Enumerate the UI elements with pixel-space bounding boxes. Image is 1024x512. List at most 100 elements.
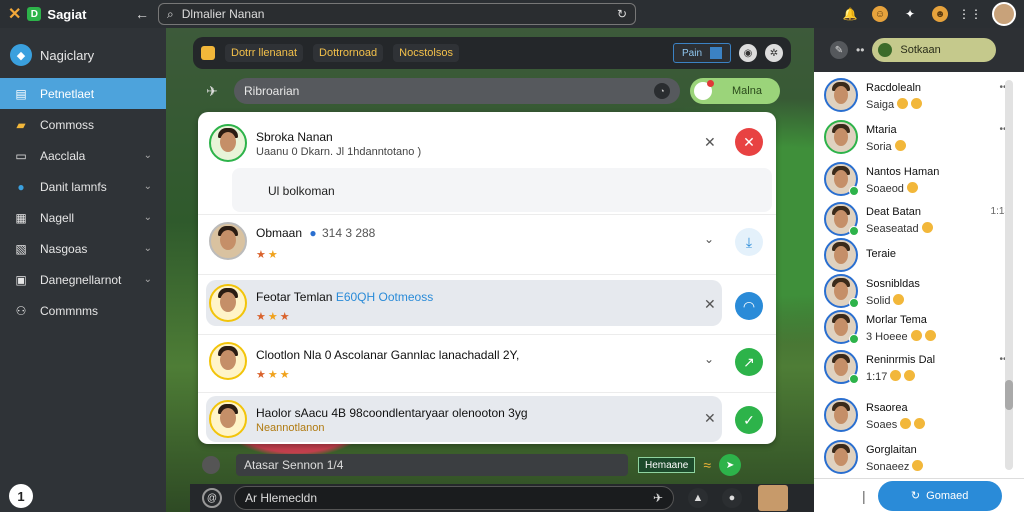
- bell-icon[interactable]: 🔔: [842, 6, 858, 22]
- list-item[interactable]: Haolor sAacu 4B 98coondlentaryaar olenoo…: [198, 394, 776, 444]
- contact-name: Obmaan: [256, 226, 303, 240]
- contact-item[interactable]: Mtaria Soria •••: [814, 116, 1010, 156]
- contact-item[interactable]: Teraie: [814, 234, 1010, 274]
- back-arrow-icon[interactable]: ←: [130, 6, 154, 22]
- wave-icon[interactable]: ≈: [703, 457, 711, 473]
- contact-item[interactable]: Nantos Haman Soaeod: [814, 158, 1010, 198]
- refresh-icon[interactable]: ↻: [617, 7, 627, 21]
- face-icon[interactable]: ☻: [932, 6, 948, 22]
- logo-x-icon: ✕: [8, 6, 22, 23]
- contact-name: Nantos Haman: [866, 166, 940, 178]
- divider-icon: |: [862, 487, 866, 504]
- divider: [198, 334, 776, 335]
- grid-icon: ▣: [15, 272, 27, 287]
- coin-icon: [904, 370, 916, 381]
- sidebar-item-label: Aacclala: [40, 148, 86, 163]
- contact-item[interactable]: Reninrmis Dal 1:17 •••: [814, 346, 1010, 386]
- status-tag[interactable]: Hemaane: [638, 457, 696, 473]
- contact-item[interactable]: Deat Batan Seaseatad 1:13: [814, 198, 1010, 238]
- filter-chip-2[interactable]: Nocstolsos: [393, 44, 459, 62]
- list-item[interactable]: Obmaan ● 314 3 288 ★★ ⌄ ⤓: [198, 216, 776, 274]
- coin-icon: [921, 222, 933, 233]
- contact-sub: Soaes: [866, 418, 926, 431]
- contact-item[interactable]: Sosnibldas Solid: [814, 270, 1010, 310]
- filter-chip-1[interactable]: Dottrornoad: [313, 44, 384, 62]
- list-item[interactable]: Clootlon Nla 0 Ascolanar Gannlac lanacha…: [198, 336, 776, 390]
- sidebar-item-7[interactable]: ⚇ Commnms: [0, 295, 166, 326]
- chevron-down-icon[interactable]: ⌄: [704, 352, 714, 366]
- contact-extra: E60QH Ootmeoss: [335, 290, 434, 304]
- contact-subtitle: Neannotlanon: [256, 422, 325, 434]
- message-input-bar: @ Ar Hlemecldn ✈ ▲ ●: [190, 484, 814, 512]
- accept-button[interactable]: ↗: [735, 348, 763, 376]
- decline-button[interactable]: ✕: [735, 128, 763, 156]
- contact-sub-text: Soria: [866, 141, 892, 153]
- call-button[interactable]: ⤓: [735, 228, 763, 256]
- settings-icon[interactable]: ✲: [765, 44, 783, 62]
- attach-icon[interactable]: @: [202, 488, 222, 508]
- sidebar-item-4[interactable]: ▦ Nagell ⌄: [0, 202, 166, 233]
- confirm-button[interactable]: ✓: [735, 406, 763, 434]
- contact-item[interactable]: Morlar Tema 3 Hoeee: [814, 306, 1010, 346]
- contact-search-input[interactable]: Ribroarian ◔: [234, 78, 680, 104]
- record-icon[interactable]: ●: [722, 488, 742, 508]
- global-search-input[interactable]: ⌕ Dlmalier Nanan ↻: [158, 3, 636, 25]
- contact-sub-text: 3 Hoeee: [866, 331, 908, 343]
- contact-item[interactable]: Gorglaitan Sonaeez: [814, 436, 1010, 476]
- apps-grid-icon[interactable]: ⋮⋮: [958, 6, 982, 22]
- sidebar-item-1[interactable]: ▰ Commoss: [0, 109, 166, 140]
- chevron-down-icon: ⌄: [143, 181, 152, 192]
- contact-sub-text: Soaeod: [866, 183, 904, 195]
- pain-button[interactable]: Pain: [672, 43, 731, 63]
- magnifier-icon[interactable]: ◔: [654, 83, 670, 99]
- compose-field[interactable]: Atasar Sennon 1/4: [236, 454, 628, 476]
- message-placeholder: Ar Hlemecldn: [245, 491, 318, 505]
- camera-icon[interactable]: ◉: [739, 44, 757, 62]
- contact-name: Sbroka Nanan: [256, 130, 333, 144]
- contact-subtitle: Uaanu 0 Dkarn. Jl 1hdanntotano ): [256, 146, 422, 158]
- avatar: [209, 284, 247, 322]
- message-input[interactable]: Ar Hlemecldn ✈: [234, 486, 674, 510]
- sidebar-item-6[interactable]: ▣ Danegnellarnot ⌄: [0, 264, 166, 295]
- list-item[interactable]: Sbroka Nanan Uaanu 0 Dkarn. Jl 1hdanntot…: [198, 118, 776, 168]
- puzzle-icon[interactable]: ✦: [902, 6, 918, 22]
- list-item[interactable]: Feotar Temlan E60QH Ootmeoss ★★★ ✕ ◠: [198, 278, 776, 330]
- contact-name: Gorglaitan: [866, 444, 917, 456]
- info-button[interactable]: ◠: [735, 292, 763, 320]
- info-icon[interactable]: 1: [9, 484, 33, 508]
- sidebar-item-0[interactable]: ▤ Petnetlaet: [0, 78, 166, 109]
- avatar: [824, 440, 858, 474]
- add-user-icon: [694, 80, 714, 100]
- right-panel-header: ✎ •• Sotkaan: [814, 28, 1024, 72]
- filter-chip-0[interactable]: Dotrr llenanat: [225, 44, 304, 62]
- close-icon[interactable]: ✕: [704, 134, 716, 151]
- mic-icon[interactable]: [202, 456, 220, 474]
- pin-icon[interactable]: ✈: [200, 83, 224, 100]
- add-contact-button[interactable]: Malna: [690, 78, 780, 104]
- chevron-down-icon[interactable]: ⌄: [704, 232, 714, 246]
- sidebar-brand[interactable]: ◆ Nagiclary: [0, 28, 166, 78]
- contact-name: Racdolealn: [866, 82, 922, 94]
- sidebar: ◆ Nagiclary ▤ Petnetlaet ▰ Commoss ▭ Aac…: [0, 28, 166, 512]
- contact-item[interactable]: Racdolealn Saiga •••: [814, 74, 1010, 114]
- contact-item[interactable]: Rsaorea Soaes: [814, 394, 1010, 434]
- more-icon[interactable]: ••: [856, 43, 864, 57]
- send-icon[interactable]: ➤: [719, 454, 742, 476]
- scrollbar-thumb[interactable]: [1005, 380, 1013, 410]
- app-logo[interactable]: ✕ D Sagiat: [0, 4, 150, 24]
- gomaed-button[interactable]: ↻ Gomaed: [877, 480, 1002, 511]
- sidebar-item-5[interactable]: ▧ Nasgoas ⌄: [0, 233, 166, 264]
- lock-icon[interactable]: ▲: [688, 488, 708, 508]
- contacts-search-button[interactable]: Sotkaan: [872, 38, 997, 62]
- close-icon[interactable]: ✕: [704, 296, 716, 313]
- contact-name: Haolor sAacu 4B 98coondlentaryaar olenoo…: [256, 406, 528, 420]
- user-avatar[interactable]: [992, 2, 1016, 26]
- sidebar-item-3[interactable]: ● Danit lamnfs ⌄: [0, 171, 166, 202]
- contacts-scrollbar[interactable]: [1005, 80, 1013, 470]
- emoji-icon[interactable]: ☺: [872, 6, 888, 22]
- pin-icon[interactable]: ✈: [653, 491, 663, 505]
- close-icon[interactable]: ✕: [704, 410, 716, 427]
- sidebar-item-2[interactable]: ▭ Aacclala ⌄: [0, 140, 166, 171]
- settings-icon[interactable]: ✎: [830, 41, 848, 59]
- contact-name: Morlar Tema: [866, 314, 927, 326]
